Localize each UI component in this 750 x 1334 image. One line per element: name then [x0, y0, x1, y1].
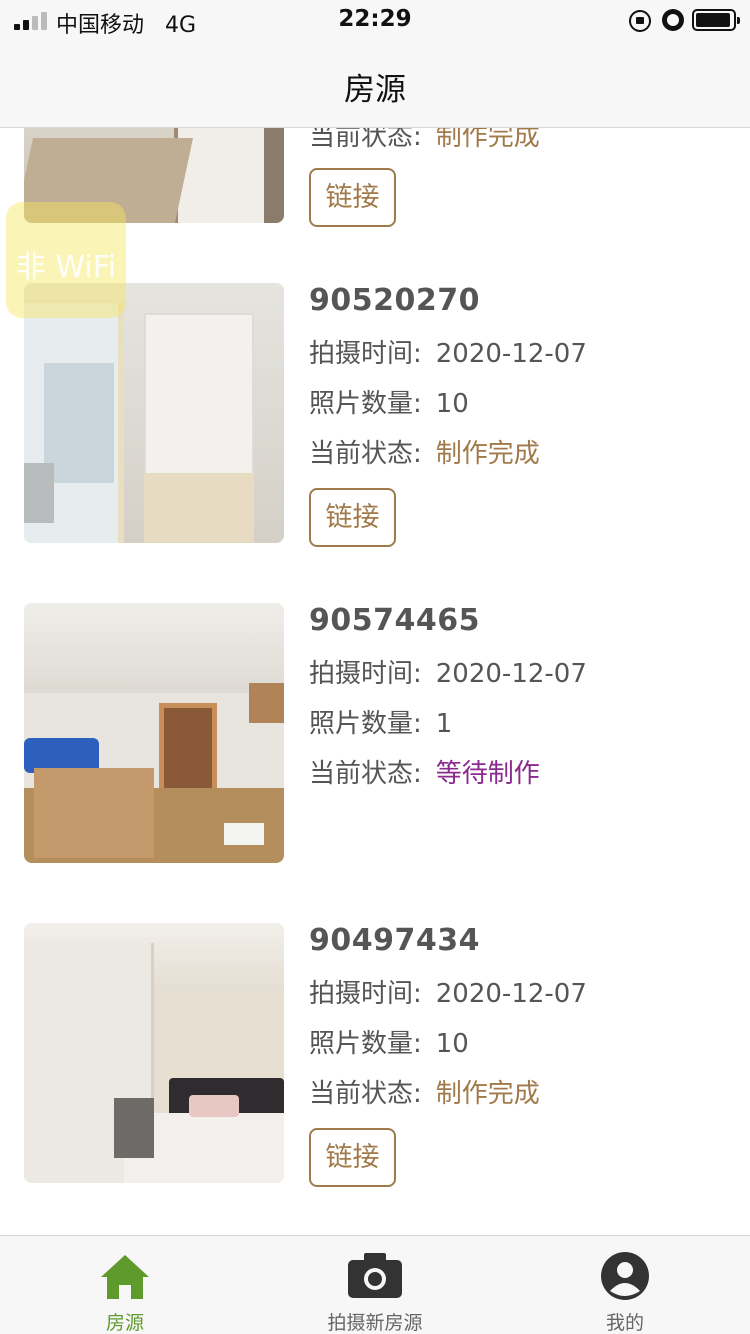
tab-listings[interactable]: 房源 — [0, 1236, 250, 1334]
tab-bar: 房源 拍摄新房源 我的 — [0, 1235, 750, 1334]
non-wifi-indicator[interactable]: 非 WiFi — [6, 202, 126, 318]
photo-count-label: 照片数量: — [309, 709, 422, 739]
nav-bar: 房源 — [0, 40, 750, 128]
listing-id: 90497434 — [309, 923, 480, 958]
shot-time-label: 拍摄时间: — [309, 339, 422, 369]
status-value: 制作完成 — [435, 128, 540, 152]
user-icon — [601, 1252, 649, 1300]
listing-thumbnail[interactable] — [24, 283, 284, 543]
shot-time-value: 2020-12-07 — [435, 979, 587, 1009]
listing-card[interactable]: 90520270 拍摄时间: 2020-12-07 照片数量: 10 当前状态: 制作… — [0, 283, 750, 547]
photo-count-value: 1 — [435, 709, 453, 739]
shot-time-label: 拍摄时间: — [309, 659, 422, 689]
status-label: 当前状态: — [309, 1079, 422, 1109]
status-label: 当前状态: — [309, 128, 422, 152]
listing-card[interactable]: 90497434 拍摄时间: 2020-12-07 照片数量: 10 当前状态: 制作… — [0, 923, 750, 1187]
tab-new-listing[interactable]: 拍摄新房源 — [250, 1236, 500, 1334]
camera-icon — [348, 1253, 402, 1298]
status-value: 制作完成 — [435, 1079, 540, 1109]
status-label: 当前状态: — [309, 759, 422, 789]
orientation-lock-icon — [629, 10, 651, 32]
link-button[interactable]: 链接 — [309, 1128, 396, 1187]
shot-time-value: 2020-12-07 — [435, 659, 587, 689]
photo-count-label: 照片数量: — [309, 389, 422, 419]
non-wifi-label: 非 WiFi — [15, 250, 117, 285]
status-label: 当前状态: — [309, 439, 422, 469]
listing-thumbnail[interactable] — [24, 603, 284, 863]
status-value: 制作完成 — [435, 439, 540, 469]
link-button[interactable]: 链接 — [309, 168, 396, 227]
page-title: 房源 — [344, 72, 406, 108]
shot-time-label: 拍摄时间: — [309, 979, 422, 1009]
link-button[interactable]: 链接 — [309, 488, 396, 547]
battery-icon — [692, 9, 740, 31]
photo-count-value: 10 — [435, 1029, 469, 1059]
photo-count-label: 照片数量: — [309, 1029, 422, 1059]
listing-id: 90574465 — [309, 603, 480, 638]
home-icon — [101, 1255, 149, 1299]
listing-id: 90520270 — [309, 283, 480, 318]
tab-profile[interactable]: 我的 — [500, 1236, 750, 1334]
listing-card[interactable]: 90574465 拍摄时间: 2020-12-07 照片数量: 1 当前状态: 等待制… — [0, 603, 750, 863]
shot-time-value: 2020-12-07 — [435, 339, 587, 369]
status-bar: 中国移动 4G 22:29 — [0, 0, 750, 40]
alarm-icon — [662, 9, 684, 31]
photo-count-value: 10 — [435, 389, 469, 419]
tab-label: 我的 — [605, 1312, 644, 1334]
status-value: 等待制作 — [435, 759, 540, 789]
tab-label: 拍摄新房源 — [327, 1312, 423, 1334]
listing-thumbnail[interactable] — [24, 923, 284, 1183]
tab-label: 房源 — [105, 1312, 144, 1334]
